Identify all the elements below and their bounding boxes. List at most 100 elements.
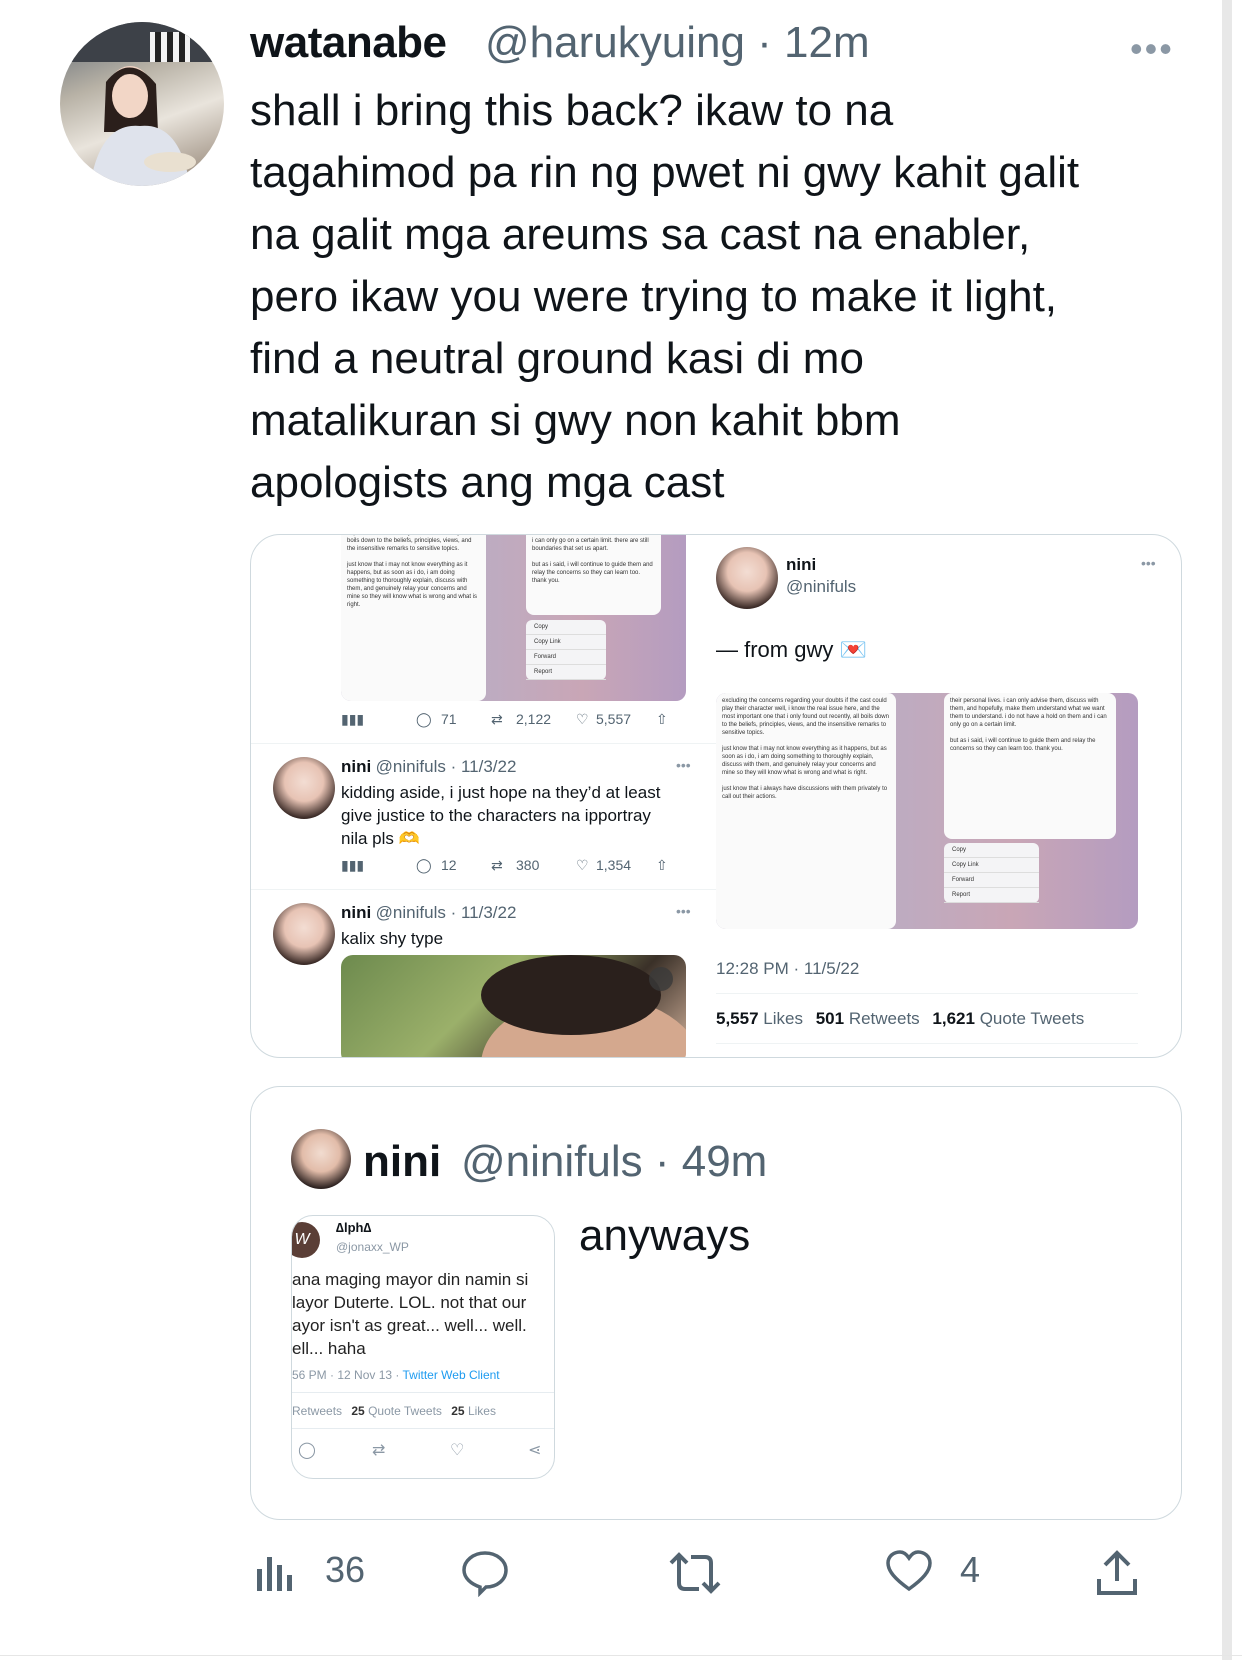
- reply-name[interactable]: nini: [341, 757, 371, 776]
- menu-report: Report: [526, 665, 606, 680]
- divider: [251, 889, 716, 890]
- menu-report: Report: [944, 888, 1039, 903]
- quoted-handle-time[interactable]: @ninifuls · 49m: [461, 1137, 767, 1187]
- tweet-name[interactable]: nini: [786, 555, 816, 575]
- reply-avatar[interactable]: [273, 903, 335, 965]
- quotes-label[interactable]: Quote Tweets: [980, 1009, 1085, 1028]
- reply-photo[interactable]: [341, 955, 686, 1057]
- reply-icon[interactable]: ◯: [416, 711, 432, 728]
- reply-text: kidding aside, i just hope na they’d at …: [341, 783, 661, 848]
- chat-screenshot: important one that i only found out rece…: [341, 535, 686, 701]
- reply-photo-image: [481, 955, 686, 1057]
- media-left-screenshot[interactable]: important one that i only found out rece…: [251, 535, 716, 1057]
- menu-forward: Forward: [944, 873, 1039, 888]
- like-count: 5,557: [596, 711, 632, 727]
- chat-message-left: important one that i only found out rece…: [347, 535, 478, 608]
- divider: [251, 743, 716, 744]
- context-menu: Copy Copy Link Forward Report: [944, 843, 1039, 903]
- views-icon[interactable]: ▮▮▮: [341, 857, 364, 874]
- reply-text: kalix shy type: [341, 929, 444, 948]
- menu-copy-link: Copy Link: [526, 635, 606, 650]
- share-icon[interactable]: [1095, 1549, 1139, 1602]
- inner-meta: 56 PM · 12 Nov 13 · Twitter Web Client: [292, 1368, 500, 1382]
- like-icon[interactable]: ♡: [576, 857, 589, 874]
- reply-handle-date[interactable]: @ninifuls · 11/3/22: [376, 757, 517, 776]
- reply-icon[interactable]: ◯: [416, 857, 432, 874]
- retweet-icon: ⇄: [372, 1442, 386, 1459]
- quoted-tweet[interactable]: nini @ninifuls · 49m anyways W ∆lph∆ @jo…: [250, 1086, 1182, 1520]
- chat-message-right: their personal lives. i can only advise …: [950, 698, 1107, 752]
- retweet-icon[interactable]: ⇄: [491, 711, 503, 728]
- author-avatar[interactable]: [60, 22, 224, 186]
- views-icon[interactable]: ▮▮▮: [341, 711, 364, 728]
- stats-row: ▮▮▮ ◯ 71 ⇄ 2,122 ♡ 5,557 ⇧: [341, 711, 681, 731]
- quoted-image[interactable]: W ∆lph∆ @jonaxx_WP ana maging mayor din …: [291, 1215, 555, 1479]
- reply-icon: ◯: [298, 1442, 316, 1459]
- reply-count: 12: [441, 857, 457, 873]
- inner-handle: @jonaxx_WP: [336, 1240, 409, 1254]
- retweets-label[interactable]: Retweets: [849, 1009, 920, 1028]
- retweet-icon-svg: [669, 1552, 721, 1594]
- scrollbar[interactable]: [1222, 0, 1232, 1660]
- inner-text: ana maging mayor din namin si layor Dute…: [292, 1270, 529, 1358]
- views-icon[interactable]: [255, 1553, 295, 1598]
- author-name[interactable]: watanabe: [250, 18, 447, 68]
- inner-meta-time: 56 PM · 12 Nov 13 ·: [292, 1368, 403, 1382]
- tweet-timestamp[interactable]: 12:28 PM · 11/5/22: [716, 959, 859, 979]
- reply-header: nini @ninifuls · 11/3/22: [341, 903, 516, 923]
- retweet-count: 2,122: [516, 711, 552, 727]
- views-count: 36: [325, 1549, 366, 1590]
- reply-header: nini @ninifuls · 11/3/22: [341, 757, 516, 777]
- quoted-name[interactable]: nini: [363, 1137, 441, 1187]
- reply-count: 71: [441, 711, 457, 727]
- quoted-avatar[interactable]: [291, 1129, 351, 1189]
- quotes-count[interactable]: 1,621: [932, 1009, 975, 1028]
- chat-message-right: understand. i do not have a hold on them…: [532, 535, 653, 584]
- tweet-engagement: 5,557 Likes 501 Retweets 1,621 Quote Twe…: [716, 1009, 1084, 1029]
- share-icon-svg: [1097, 1550, 1137, 1595]
- reply-name[interactable]: nini: [341, 903, 371, 922]
- tweet-media[interactable]: important one that i only found out rece…: [250, 534, 1182, 1058]
- inner-quotes-label: Quote Tweets: [368, 1404, 442, 1418]
- more-horizontal-icon[interactable]: •••: [1141, 555, 1156, 571]
- tweet-avatar[interactable]: [716, 547, 778, 609]
- more-horizontal-icon[interactable]: •••: [676, 903, 691, 919]
- menu-copy: Copy: [944, 843, 1039, 858]
- media-right-screenshot[interactable]: nini @ninifuls ••• — from gwy 💌 excludin…: [716, 535, 1181, 1057]
- reply-avatar[interactable]: [273, 757, 335, 819]
- more-horizontal-icon[interactable]: •••: [1130, 28, 1174, 70]
- share-icon[interactable]: ⇧: [656, 857, 668, 874]
- inner-quotes-count: 25: [351, 1404, 365, 1418]
- like-icon[interactable]: ♡: [576, 711, 589, 728]
- inner-retweets-label: Retweets: [292, 1404, 343, 1418]
- more-horizontal-icon[interactable]: •••: [676, 757, 691, 773]
- likes-count[interactable]: 5,557: [716, 1009, 759, 1028]
- share-icon[interactable]: ⇧: [656, 711, 668, 728]
- avatar-photo: [60, 22, 224, 186]
- divider: [716, 1043, 1138, 1044]
- divider: [716, 993, 1138, 994]
- share-icon: ⋖: [528, 1442, 542, 1459]
- reply-icon-svg: [462, 1551, 508, 1598]
- context-menu: Copy Copy Link Forward Report: [526, 620, 606, 680]
- tweet-text: — from gwy 💌: [716, 637, 867, 662]
- chat-screenshot: excluding the concerns regarding your do…: [716, 693, 1138, 929]
- tweet-text: shall i bring this back? ikaw to na taga…: [250, 86, 1080, 507]
- likes-label[interactable]: Likes: [763, 1009, 803, 1028]
- retweet-count: 380: [516, 857, 540, 873]
- inner-avatar: W: [292, 1222, 320, 1258]
- tweet-handle[interactable]: @ninifuls: [786, 577, 856, 597]
- divider: [0, 1655, 1242, 1656]
- like-icon[interactable]: [885, 1549, 933, 1598]
- reply-handle-date[interactable]: @ninifuls · 11/3/22: [376, 903, 517, 922]
- menu-copy-link: Copy Link: [944, 858, 1039, 873]
- reply-icon[interactable]: [460, 1547, 510, 1602]
- chat-message-left: excluding the concerns regarding your do…: [722, 698, 889, 800]
- like-icon-svg: [886, 1550, 932, 1592]
- retweets-count[interactable]: 501: [816, 1009, 844, 1028]
- retweet-icon[interactable]: ⇄: [491, 857, 503, 874]
- like-count: 1,354: [596, 857, 632, 873]
- inner-likes-count: 25: [451, 1404, 465, 1418]
- author-handle-time[interactable]: @harukyuing · 12m: [485, 18, 870, 68]
- retweet-icon[interactable]: [667, 1549, 723, 1602]
